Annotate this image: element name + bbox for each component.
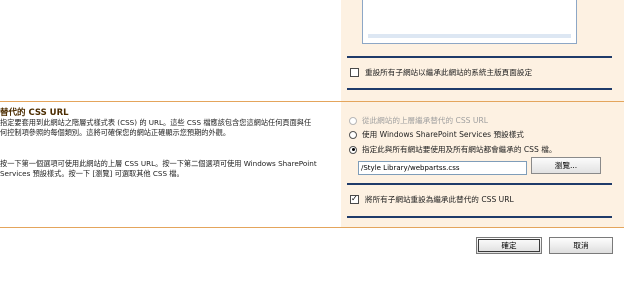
reset-css-row[interactable]: 將所有子網站重設為繼承此替代的 CSS URL: [350, 194, 514, 205]
section-divider: [347, 56, 612, 58]
reset-master-page-checkbox[interactable]: [350, 68, 359, 77]
ok-button[interactable]: 確定: [476, 237, 542, 254]
radio-default-style-row[interactable]: 使用 Windows SharePoint Services 預設樣式: [349, 129, 524, 140]
radio-specify-css-row[interactable]: 指定此與所有網站要使用及所有網站都會繼承的 CSS 檔。: [349, 144, 556, 155]
section-description: 指定要套用到此網站之階層式樣式表 (CSS) 的 URL。這些 CSS 檔應該包…: [0, 118, 312, 137]
section-divider: [347, 88, 612, 90]
section-divider: [347, 216, 612, 218]
section-divider: [347, 183, 612, 185]
reset-css-checkbox[interactable]: [350, 194, 359, 204]
radio-default-style[interactable]: [349, 130, 357, 139]
reset-css-label: 將所有子網站重設為繼承此替代的 CSS URL: [365, 195, 514, 204]
section-separator: [0, 101, 624, 102]
radio-inherit-css[interactable]: [349, 116, 357, 125]
radio-specify-css-label: 指定此與所有網站要使用及所有網站都會繼承的 CSS 檔。: [362, 145, 557, 154]
section-separator: [0, 227, 624, 228]
browse-button[interactable]: 瀏覽...: [531, 157, 601, 174]
css-url-input[interactable]: /Style Library/webpartss.css: [358, 161, 527, 175]
reset-master-page-label: 重設所有子網站以繼承此網站的系統主版頁面設定: [365, 68, 533, 77]
radio-specify-css[interactable]: [349, 145, 357, 154]
cancel-button[interactable]: 取消: [549, 237, 613, 254]
master-page-preview-box: [362, 0, 577, 44]
radio-default-style-label: 使用 Windows SharePoint Services 預設樣式: [362, 130, 524, 139]
radio-inherit-css-label: 從此網站的上層繼承替代的 CSS URL: [362, 116, 488, 125]
radio-inherit-css-row[interactable]: 從此網站的上層繼承替代的 CSS URL: [349, 115, 488, 126]
section-help-text: 按一下第一個選項可使用此網站的上層 CSS URL。按一下第二個選項可使用 Wi…: [0, 159, 317, 178]
section-title: 替代的 CSS URL: [0, 108, 69, 118]
reset-master-page-row[interactable]: 重設所有子網站以繼承此網站的系統主版頁面設定: [350, 67, 532, 78]
